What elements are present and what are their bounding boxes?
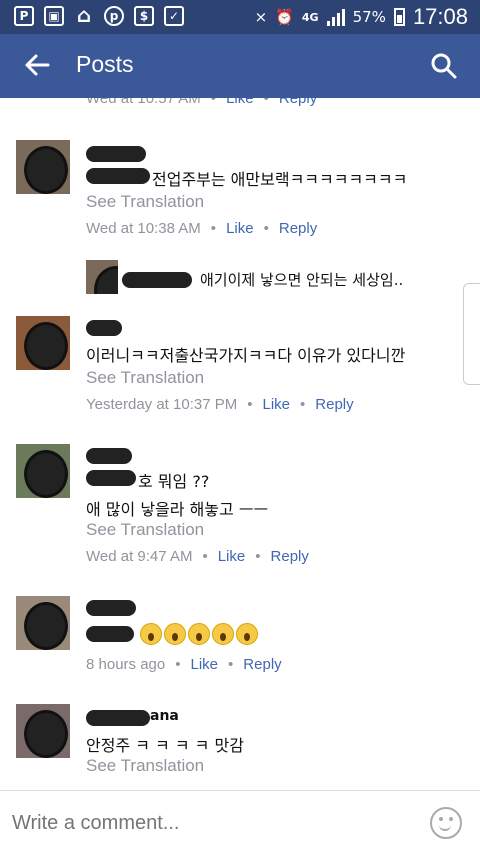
scream-emoji-icon (188, 623, 210, 645)
like-link[interactable]: Like (262, 396, 290, 413)
comment-input[interactable] (10, 811, 394, 836)
system-indicators: ⨯ ⏰ 4G 57% 17:08 (255, 4, 468, 30)
comment-meta: Wed at 10:38 AM • Like • Reply (86, 220, 318, 237)
reply-link[interactable]: Reply (243, 656, 281, 673)
smiley-icon[interactable] (430, 807, 462, 839)
mute-icon: ⨯ (254, 8, 268, 26)
redaction-mark (86, 470, 136, 486)
author-name-redacted[interactable] (86, 600, 136, 616)
reply-avatar[interactable] (86, 260, 118, 294)
alarm-icon: ⏰ (275, 8, 294, 26)
comment-meta: Wed at 10:57 AM • Like • Reply (86, 98, 317, 107)
scream-emoji-icon (212, 623, 234, 645)
app-bar: Posts (0, 34, 480, 98)
reply-link[interactable]: Reply (279, 220, 317, 237)
battery-icon (393, 8, 405, 26)
like-link[interactable]: Like (226, 98, 254, 107)
app-notification-icon: P (14, 6, 34, 26)
comment-text: 이러니ㅋㅋ저출산국가지ㅋㅋ다 이유가 있다니깐 (86, 346, 406, 365)
comment-text: 호 뭐임 ?? (138, 472, 210, 491)
comment-time: Wed at 10:57 AM (86, 98, 201, 107)
comment-meta: Wed at 9:47 AM • Like • Reply (86, 548, 309, 565)
scroll-handle[interactable] (463, 283, 480, 385)
redaction-mark (86, 168, 150, 184)
reply-link[interactable]: Reply (271, 548, 309, 565)
status-bar: P ▣ ⌂ p $ ✓ ⨯ ⏰ 4G 57% 17:08 (0, 0, 480, 34)
avatar[interactable] (16, 596, 70, 650)
network-type: 4G (301, 10, 319, 24)
author-name-redacted[interactable] (86, 146, 146, 162)
comment-text: 전업주부는 애만보랙ㅋㅋㅋㅋㅋㅋㅋㅋ (152, 170, 408, 189)
avatar[interactable] (16, 140, 70, 194)
like-link[interactable]: Like (226, 220, 254, 237)
avatar[interactable] (16, 316, 70, 370)
pinterest-notification-icon: p (104, 6, 124, 26)
signal-icon (326, 8, 345, 26)
see-translation-link[interactable]: See Translation (86, 192, 204, 212)
see-translation-link[interactable]: See Translation (86, 368, 204, 388)
avatar[interactable] (16, 444, 70, 498)
image-notification-icon: ▣ (44, 6, 64, 26)
comment-composer (0, 790, 480, 855)
clock: 17:08 (412, 4, 468, 29)
arrow-left-icon[interactable] (22, 50, 52, 80)
comment-meta: Yesterday at 10:37 PM • Like • Reply (86, 396, 354, 413)
notification-icons: P ▣ ⌂ p $ ✓ (14, 3, 184, 27)
reply-link[interactable]: Reply (279, 98, 317, 107)
comment-meta: 8 hours ago • Like • Reply (86, 656, 282, 673)
author-name-redacted[interactable] (122, 272, 192, 288)
comment-time: Wed at 9:47 AM (86, 548, 193, 565)
author-name-redacted[interactable] (86, 710, 150, 726)
battery-percent: 57% (352, 8, 386, 26)
see-translation-link[interactable]: See Translation (86, 520, 204, 540)
avatar[interactable] (16, 704, 70, 758)
see-translation-link[interactable]: See Translation (86, 756, 204, 776)
like-link[interactable]: Like (191, 656, 219, 673)
scream-emoji-icon (164, 623, 186, 645)
page-title: Posts (76, 51, 134, 77)
comments-feed[interactable]: Wed at 10:57 AM • Like • Reply 전업주부는 애만보랙ㅋㅋㅋ… (0, 98, 480, 788)
reply-text: 애기이제 낳으면 안되는 세상임.. (200, 271, 404, 289)
comment-time: 8 hours ago (86, 656, 166, 673)
scream-emoji-icon (140, 623, 162, 645)
bank-notification-icon: $ (134, 6, 154, 26)
comment-time: Yesterday at 10:37 PM (86, 396, 238, 413)
search-icon[interactable] (430, 52, 458, 80)
author-name-redacted[interactable] (86, 320, 122, 336)
home-notification-icon: ⌂ (76, 3, 92, 27)
clipboard-notification-icon: ✓ (164, 6, 184, 26)
emoji-row (140, 623, 260, 645)
redaction-mark (86, 626, 134, 642)
author-name-partial[interactable]: ana (150, 708, 179, 724)
like-link[interactable]: Like (218, 548, 246, 565)
author-name-redacted[interactable] (86, 448, 132, 464)
comment-text-line2: 애 많이 낳을라 해놓고 ㅡㅡ (86, 500, 269, 519)
comment-text: 안정주 ㅋ ㅋ ㅋ ㅋ 맛감 (86, 736, 244, 755)
reply-link[interactable]: Reply (315, 396, 353, 413)
scream-emoji-icon (236, 623, 258, 645)
comment-time: Wed at 10:38 AM (86, 220, 201, 237)
